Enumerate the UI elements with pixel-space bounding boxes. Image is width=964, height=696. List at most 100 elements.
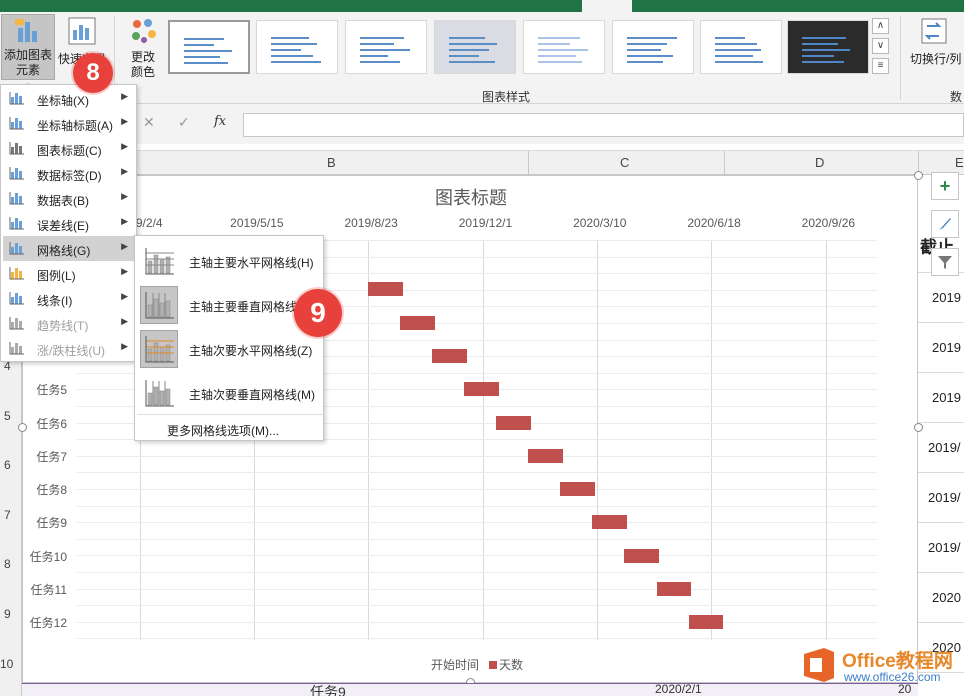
- chart-style-4[interactable]: [434, 20, 516, 74]
- quick-layout-icon: [68, 17, 96, 45]
- row-number[interactable]: 6: [4, 458, 11, 472]
- cancel-icon[interactable]: ✕: [143, 114, 155, 131]
- gridline-option-4[interactable]: 主轴次要垂直网格线(M): [137, 371, 323, 415]
- menu-item-legend[interactable]: 图例(L) ▶: [3, 261, 136, 286]
- menu-item-label: 图表标题(C): [37, 144, 102, 158]
- gantt-bar[interactable]: [624, 548, 659, 563]
- menu-item-axis[interactable]: 坐标轴(X) ▶: [3, 86, 136, 111]
- chart-style-8[interactable]: [787, 20, 869, 74]
- gantt-bar[interactable]: [528, 448, 563, 463]
- style-scroll-down-button[interactable]: ∨: [872, 38, 889, 54]
- chart-resize-handle[interactable]: [18, 423, 27, 432]
- cell[interactable]: 2019: [918, 273, 964, 323]
- chart-style-1[interactable]: [168, 20, 250, 74]
- x-axis-tick-label: 2020/6/18: [687, 216, 741, 230]
- menu-item-axis-title[interactable]: 坐标轴标题(A) ▶: [3, 111, 136, 136]
- column-header-e[interactable]: E: [955, 155, 964, 170]
- row-number[interactable]: 10: [0, 657, 13, 671]
- style-more-button[interactable]: ≡: [872, 58, 889, 74]
- more-gridline-options[interactable]: 更多网格线选项(M)...: [167, 422, 279, 439]
- title-bar-strip: [0, 0, 964, 12]
- office-logo-icon: [804, 648, 834, 682]
- gantt-bar[interactable]: [368, 282, 403, 297]
- gantt-bar[interactable]: [400, 315, 435, 330]
- formula-input[interactable]: [243, 113, 964, 137]
- chart-resize-handle[interactable]: [914, 423, 923, 432]
- column-header-d[interactable]: D: [815, 155, 824, 170]
- cell[interactable]: 2019/: [918, 473, 964, 523]
- legend-swatch: [489, 661, 498, 669]
- cell[interactable]: 2019: [918, 373, 964, 423]
- menu-item-label: 线条(I): [37, 294, 73, 308]
- switch-row-column-button[interactable]: 切换行/列: [904, 14, 964, 80]
- change-colors-button[interactable]: 更改颜色: [120, 14, 166, 80]
- cell[interactable]: 2019/: [918, 423, 964, 473]
- enter-icon[interactable]: ✓: [178, 114, 190, 131]
- menu-item-lines[interactable]: 线条(I) ▶: [3, 286, 136, 311]
- submenu-arrow-icon: ▶: [121, 291, 128, 301]
- filter-icon: [938, 256, 952, 269]
- chart-styles-brush-button[interactable]: [931, 210, 959, 238]
- menu-item-label: 坐标轴标题(A): [37, 119, 113, 133]
- data-group-label: 数: [950, 90, 963, 104]
- menu-item-data-table[interactable]: 数据表(B) ▶: [3, 186, 136, 211]
- watermark-brand: Office教程网: [842, 651, 953, 672]
- data-labels-icon: [9, 167, 24, 180]
- chart-elements-plus-button[interactable]: +: [931, 172, 959, 200]
- gantt-bar[interactable]: [464, 382, 499, 397]
- gantt-bar[interactable]: [560, 482, 595, 497]
- gantt-bar[interactable]: [688, 615, 723, 630]
- cell-task[interactable]: 任务9: [310, 682, 346, 696]
- cell[interactable]: 2019: [918, 323, 964, 373]
- gridline-option-3[interactable]: 主轴次要水平网格线(Z): [137, 327, 323, 371]
- gantt-bar[interactable]: [496, 415, 531, 430]
- gridlines-submenu: 更多网格线选项(M)... 主轴主要水平网格线(H) 主轴主要垂直网格线(V) 主轴…: [134, 235, 324, 441]
- cell[interactable]: 2019/: [918, 523, 964, 573]
- y-axis-tick-label: 任务8: [36, 483, 67, 498]
- trendline-icon: [9, 317, 24, 330]
- horizontal-gridline: [77, 621, 877, 623]
- active-tab-strip: [582, 0, 632, 12]
- row-number[interactable]: 7: [4, 508, 11, 522]
- up-down-bars-icon: [9, 342, 24, 355]
- horizontal-gridline: [77, 638, 877, 640]
- style-scroll-up-button[interactable]: ∧: [872, 18, 889, 34]
- y-axis-tick-label: 任务9: [36, 516, 67, 531]
- chart-style-7[interactable]: [700, 20, 782, 74]
- chart-title[interactable]: 图表标题: [435, 184, 507, 210]
- cell[interactable]: 2020: [918, 573, 964, 623]
- chart-style-3[interactable]: [345, 20, 427, 74]
- menu-item-gridlines[interactable]: 网格线(G) ▶: [3, 236, 136, 261]
- x-axis-tick-label: 2020/3/10: [573, 216, 627, 230]
- chart-style-2[interactable]: [256, 20, 338, 74]
- row-number[interactable]: 5: [4, 409, 11, 423]
- chart-legend[interactable]: 开始时间 天数: [431, 656, 523, 673]
- menu-item-chart-title[interactable]: 图表标题(C) ▶: [3, 136, 136, 161]
- row-number[interactable]: 9: [4, 607, 11, 621]
- column-header-c[interactable]: C: [620, 155, 629, 170]
- chart-style-6[interactable]: [612, 20, 694, 74]
- cell-date[interactable]: 2020/2/1: [655, 682, 702, 696]
- add-chart-element-menu: 坐标轴(X) ▶ 坐标轴标题(A) ▶ 图表标题(C) ▶ 数据标签(D) ▶ 数据表(B) ▶ 误…: [0, 84, 137, 362]
- gantt-bar[interactable]: [656, 582, 691, 596]
- chart-style-5[interactable]: [523, 20, 605, 74]
- menu-item-trendline[interactable]: 趋势线(T) ▶: [3, 311, 136, 336]
- gridline-option-1[interactable]: 主轴主要水平网格线(H): [137, 239, 323, 283]
- chart-resize-handle[interactable]: [914, 171, 923, 180]
- horizontal-gridline: [77, 605, 877, 607]
- column-header-b[interactable]: B: [327, 155, 336, 170]
- table-row[interactable]: 任务9 2020/2/1 20: [22, 682, 918, 696]
- gridlines-icon: [9, 242, 24, 255]
- gantt-bar[interactable]: [592, 515, 627, 530]
- menu-item-data-labels[interactable]: 数据标签(D) ▶: [3, 161, 136, 186]
- menu-item-label: 趋势线(T): [37, 319, 89, 333]
- gantt-bar[interactable]: [432, 348, 467, 363]
- step-badge-9: 9: [294, 289, 342, 337]
- menu-item-error-bars[interactable]: 误差线(E) ▶: [3, 211, 136, 236]
- insert-function-icon[interactable]: fx: [214, 114, 226, 129]
- menu-item-up-down-bars[interactable]: 涨/跌柱线(U) ▶: [3, 336, 136, 361]
- gridline-option-icon: [140, 374, 178, 412]
- add-chart-element-button[interactable]: 添加图表元素 ▾: [1, 14, 55, 90]
- chart-filter-button[interactable]: [931, 248, 959, 276]
- row-number[interactable]: 8: [4, 557, 11, 571]
